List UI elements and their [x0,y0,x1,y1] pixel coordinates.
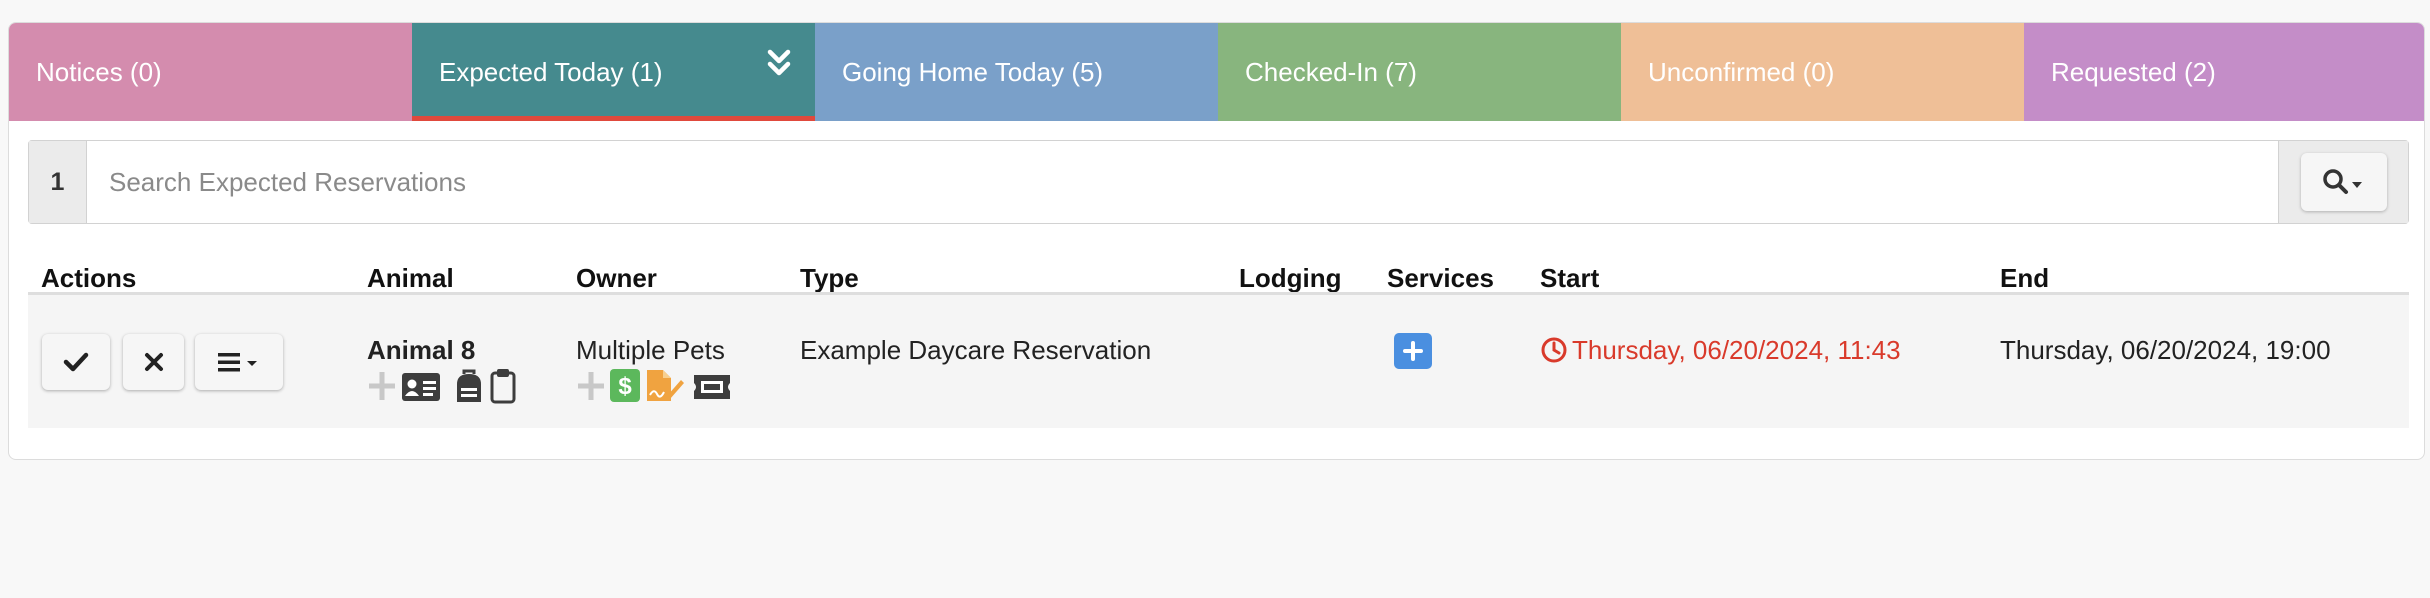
signature-file-icon[interactable] [645,368,685,403]
tab-label: Expected Today (1) [439,56,663,87]
check-icon [63,352,89,372]
search-bar: 1 [28,140,2409,224]
tab-label: Checked-In (7) [1245,56,1417,87]
status-tabs: Notices (0) Expected Today (1) Going Hom… [9,23,2424,121]
cancel-button[interactable] [123,334,184,390]
header-type[interactable]: Type [800,263,859,294]
clipboard-icon[interactable] [490,368,516,404]
tab-going-home-today[interactable]: Going Home Today (5) [815,23,1218,121]
search-dropdown-icon [2300,153,2387,211]
add-service-icon [1403,341,1423,361]
tab-checked-in[interactable]: Checked-In (7) [1218,23,1621,121]
tab-label: Notices (0) [36,56,162,87]
end-datetime: Thursday, 06/20/2024, 19:00 [2000,335,2331,365]
header-end[interactable]: End [2000,263,2049,294]
tab-unconfirmed[interactable]: Unconfirmed (0) [1621,23,2024,121]
plus-icon[interactable] [576,369,606,403]
menu-dropdown-icon [218,353,257,372]
svg-text:$: $ [618,373,632,400]
header-owner[interactable]: Owner [576,263,657,294]
header-animal[interactable]: Animal [367,263,454,294]
owner-name[interactable]: Multiple Pets [576,335,725,366]
search-icon [2322,169,2362,194]
reservation-type[interactable]: Example Daycare Reservation [800,335,1151,366]
ticket-icon[interactable] [692,373,732,401]
dollar-icon[interactable]: $ [610,369,640,402]
id-card-icon[interactable] [401,372,441,402]
tab-notices[interactable]: Notices (0) [9,23,412,121]
header-start[interactable]: Start [1540,263,1599,294]
check-in-button[interactable] [42,334,110,390]
header-lodging[interactable]: Lodging [1239,263,1342,294]
animal-name[interactable]: Animal 8 [367,335,475,366]
close-icon [144,353,163,371]
header-services[interactable]: Services [1387,263,1494,294]
reservations-panel: Notices (0) Expected Today (1) Going Hom… [8,22,2425,460]
tab-label: Going Home Today (5) [842,56,1104,87]
search-options-button[interactable] [2278,141,2408,223]
clock-icon [1541,337,1567,363]
plus-icon[interactable] [367,369,397,403]
start-datetime: Thursday, 06/20/2024, 11:43 [1572,335,1901,365]
row-menu-button[interactable] [195,334,283,390]
tab-label: Requested (2) [2051,56,2216,87]
tab-expected-today[interactable]: Expected Today (1) [412,23,815,121]
search-input[interactable] [87,141,2278,223]
double-chevron-down-icon[interactable] [767,49,791,79]
backpack-icon[interactable] [454,368,484,404]
tab-label: Unconfirmed (0) [1648,56,1835,87]
header-actions: Actions [41,263,137,293]
tab-requested[interactable]: Requested (2) [2024,23,2424,121]
result-count: 1 [29,141,87,223]
add-service-button[interactable] [1394,333,1432,369]
